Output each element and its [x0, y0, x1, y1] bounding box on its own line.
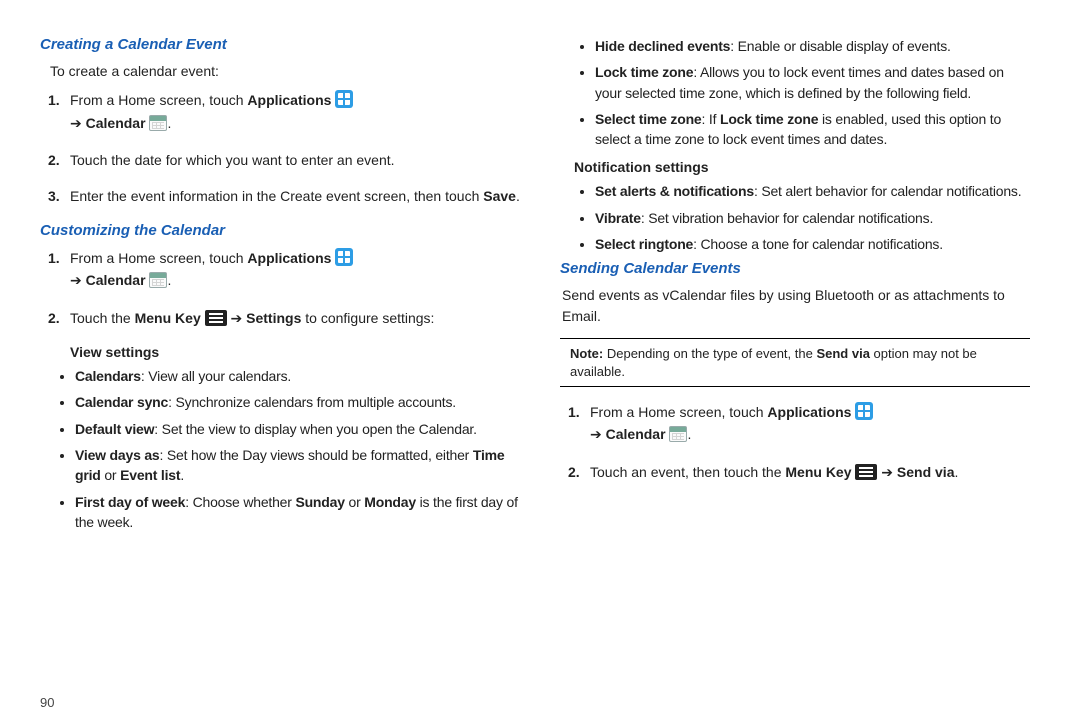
left-column: Creating a Calendar Event To create a ca…: [40, 30, 550, 710]
view-settings-head: View settings: [70, 344, 520, 360]
step-1: From a Home screen, touch Applications ➔…: [70, 89, 520, 135]
sending-steps: From a Home screen, touch Applications ➔…: [560, 401, 1030, 484]
cust-step-1: From a Home screen, touch Applications ➔…: [70, 247, 520, 293]
calendar-icon: [669, 426, 687, 442]
list-item: Select ringtone: Choose a tone for calen…: [595, 234, 1030, 254]
applications-icon: [335, 248, 353, 266]
step-2: Touch the date for which you want to ent…: [70, 149, 520, 171]
list-item: Hide declined events: Enable or disable …: [595, 36, 1030, 56]
list-item: Set alerts & notifications: Set alert be…: [595, 181, 1030, 201]
menu-key-icon: [855, 464, 877, 480]
list-item: Calendar sync: Synchronize calendars fro…: [75, 392, 520, 412]
customize-steps: From a Home screen, touch Applications ➔…: [40, 247, 520, 330]
note-box: Note: Depending on the type of event, th…: [560, 338, 1030, 387]
calendar-icon: [149, 272, 167, 288]
send-step-1: From a Home screen, touch Applications ➔…: [590, 401, 1030, 447]
right-column: Hide declined events: Enable or disable …: [550, 30, 1060, 710]
sending-intro: Send events as vCalendar files by using …: [562, 285, 1030, 326]
list-item: View days as: Set how the Day views shou…: [75, 445, 520, 486]
applications-icon: [335, 90, 353, 108]
view-settings-list: Calendars: View all your calendars. Cale…: [40, 366, 520, 532]
send-step-2: Touch an event, then touch the Menu Key …: [590, 461, 1030, 484]
intro-text: To create a calendar event:: [50, 61, 520, 81]
notification-settings-list: Set alerts & notifications: Set alert be…: [560, 181, 1030, 254]
menu-key-icon: [205, 310, 227, 326]
heading-sending-events: Sending Calendar Events: [560, 260, 1030, 277]
list-item: Select time zone: If Lock time zone is e…: [595, 109, 1030, 150]
list-item: Lock time zone: Allows you to lock event…: [595, 62, 1030, 103]
notification-settings-head: Notification settings: [574, 159, 1030, 175]
heading-customizing: Customizing the Calendar: [40, 222, 520, 239]
list-item: Vibrate: Set vibration behavior for cale…: [595, 208, 1030, 228]
list-item: Default view: Set the view to display wh…: [75, 419, 520, 439]
cust-step-2: Touch the Menu Key ➔ Settings to configu…: [70, 307, 520, 330]
list-item: First day of week: Choose whether Sunday…: [75, 492, 520, 533]
list-item: Calendars: View all your calendars.: [75, 366, 520, 386]
applications-icon: [855, 402, 873, 420]
top-bullet-list: Hide declined events: Enable or disable …: [560, 36, 1030, 149]
create-event-steps: From a Home screen, touch Applications ➔…: [40, 89, 520, 208]
page-number: 90: [40, 695, 54, 710]
step-3: Enter the event information in the Creat…: [70, 185, 520, 207]
calendar-icon: [149, 115, 167, 131]
heading-creating-event: Creating a Calendar Event: [40, 36, 520, 53]
